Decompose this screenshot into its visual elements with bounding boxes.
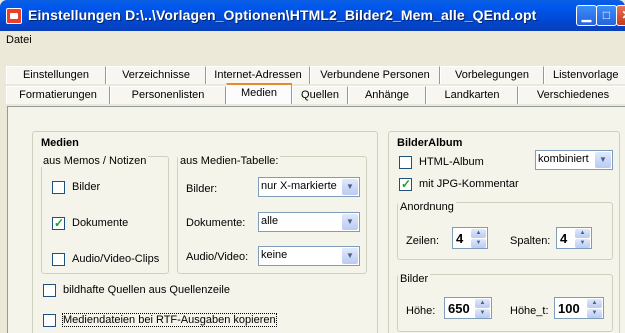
zeilen-spinner[interactable]: 4 ▲ ▼: [452, 227, 488, 249]
spin-up-icon[interactable]: ▲: [475, 299, 490, 308]
memos-group: aus Memos / Notizen Bilder Dokumente Aud…: [41, 155, 169, 274]
maximize-button[interactable]: □: [596, 5, 617, 26]
memos-group-label: aus Memos / Notizen: [41, 155, 149, 167]
anordnung-label: Anordnung: [398, 201, 456, 213]
dokumente-checkbox[interactable]: [52, 216, 65, 230]
spin-up-icon[interactable]: ▲: [575, 229, 590, 238]
settings-window: Einstellungen D:\..\Vorlagen_Optionen\HT…: [0, 0, 625, 333]
chevron-down-icon[interactable]: ▼: [595, 152, 611, 168]
tab-verzeichnisse[interactable]: Verzeichnisse: [106, 66, 206, 84]
tab-personenlisten[interactable]: Personenlisten: [110, 86, 226, 104]
html-album-label: HTML-Album: [419, 156, 484, 168]
title-bar[interactable]: Einstellungen D:\..\Vorlagen_Optionen\HT…: [0, 0, 625, 31]
menu-bar: Datei: [0, 31, 625, 50]
spin-down-icon[interactable]: ▼: [471, 239, 486, 248]
album-mode-select[interactable]: kombiniert ▼: [535, 150, 613, 170]
chevron-down-icon[interactable]: ▼: [342, 179, 358, 195]
t-audio-label: Audio/Video:: [186, 251, 249, 263]
t-bilder-label: Bilder:: [186, 183, 218, 195]
bilder-checkbox[interactable]: [52, 181, 65, 194]
audio-video-label: Audio/Video-Clips: [72, 253, 160, 265]
album-mode-value: kombiniert: [538, 153, 589, 165]
spin-down-icon[interactable]: ▼: [475, 309, 490, 318]
t-dokumente-value: alle: [261, 215, 279, 227]
tab-verbundene-personen[interactable]: Verbundene Personen: [310, 66, 440, 84]
hoehe-t-spinner[interactable]: 100 ▲ ▼: [554, 297, 604, 319]
bilder-group: Bilder Höhe: 650 ▲ ▼ Höhe_t: 100 ▲ ▼: [397, 273, 613, 332]
hoehe-t-value: 100: [558, 301, 580, 316]
tab-landkarten[interactable]: Landkarten: [426, 86, 518, 104]
t-dokumente-select[interactable]: alle ▼: [258, 212, 360, 232]
jpg-kommentar-label: mit JPG-Kommentar: [419, 178, 519, 190]
menu-datei[interactable]: Datei: [6, 34, 32, 46]
spalten-label: Spalten:: [510, 235, 551, 247]
medien-title: Medien: [39, 137, 81, 149]
tab-panel-medien: Medien aus Memos / Notizen Bilder Dokume…: [7, 106, 625, 333]
mediendateien-label: Mediendateien bei RTF-Ausgaben kopieren: [62, 313, 277, 327]
hoehe-label: Höhe:: [406, 305, 436, 317]
window-title: Einstellungen D:\..\Vorlagen_Optionen\HT…: [28, 7, 537, 23]
bilder-label: Bilder: [72, 181, 101, 193]
close-button[interactable]: ✕: [616, 5, 625, 26]
tab-listenvorlage[interactable]: Listenvorlage: [544, 66, 625, 84]
t-dokumente-label: Dokumente:: [186, 217, 246, 229]
zeilen-value: 4: [456, 231, 464, 246]
spin-up-icon[interactable]: ▲: [471, 229, 486, 238]
zeilen-label: Zeilen:: [406, 235, 440, 247]
spalten-spinner[interactable]: 4 ▲ ▼: [556, 227, 592, 249]
tab-vorbelegungen[interactable]: Vorbelegungen: [440, 66, 544, 84]
tab-medien[interactable]: Medien: [226, 83, 292, 104]
hoehe-spinner[interactable]: 650 ▲ ▼: [444, 297, 492, 319]
html-album-checkbox[interactable]: [399, 156, 412, 169]
audio-video-checkbox[interactable]: [52, 253, 65, 266]
spin-down-icon[interactable]: ▼: [587, 309, 602, 318]
mediendateien-checkbox[interactable]: [43, 314, 56, 327]
t-bilder-select[interactable]: nur X-markierte ▼: [258, 177, 360, 197]
tab-quellen[interactable]: Quellen: [292, 86, 348, 104]
dokumente-label: Dokumente: [72, 217, 129, 229]
medien-tabelle-label: aus Medien-Tabelle:: [178, 155, 281, 167]
tab-verschiedenes[interactable]: Verschiedenes: [518, 86, 625, 104]
bildhafte-checkbox[interactable]: [43, 284, 56, 297]
t-audio-select[interactable]: keine ▼: [258, 246, 360, 266]
spin-down-icon[interactable]: ▼: [575, 239, 590, 248]
t-bilder-value: nur X-markierte: [261, 180, 337, 192]
bilderalbum-title: BilderAlbum: [395, 137, 465, 149]
spin-up-icon[interactable]: ▲: [587, 299, 602, 308]
jpg-kommentar-checkbox[interactable]: [399, 177, 412, 191]
hoehe-value: 650: [448, 301, 470, 316]
tab-einstellungen[interactable]: Einstellungen: [6, 66, 106, 84]
medien-tabelle-group: aus Medien-Tabelle: Bilder: nur X-markie…: [177, 155, 367, 274]
spalten-value: 4: [560, 231, 568, 246]
anordnung-group: Anordnung Zeilen: 4 ▲ ▼ Spalten: 4 ▲ ▼: [397, 201, 613, 260]
bilderalbum-group: BilderAlbum HTML-Album kombiniert ▼ mit …: [388, 131, 620, 333]
app-icon[interactable]: [6, 8, 22, 24]
chevron-down-icon[interactable]: ▼: [342, 214, 358, 230]
tab-internet-adressen[interactable]: Internet-Adressen: [206, 66, 310, 84]
chevron-down-icon[interactable]: ▼: [342, 248, 358, 264]
t-audio-value: keine: [261, 249, 288, 261]
tab-anhaenge[interactable]: Anhänge: [348, 86, 426, 104]
medien-group: Medien aus Memos / Notizen Bilder Dokume…: [32, 131, 378, 333]
tab-formatierungen[interactable]: Formatierungen: [6, 86, 110, 104]
hoehe-t-label: Höhe_t:: [510, 305, 549, 317]
bildhafte-label: bildhafte Quellen aus Quellenzeile: [63, 284, 230, 296]
bilder-group-label: Bilder: [398, 273, 431, 285]
minimize-button[interactable]: ▁: [576, 5, 597, 26]
